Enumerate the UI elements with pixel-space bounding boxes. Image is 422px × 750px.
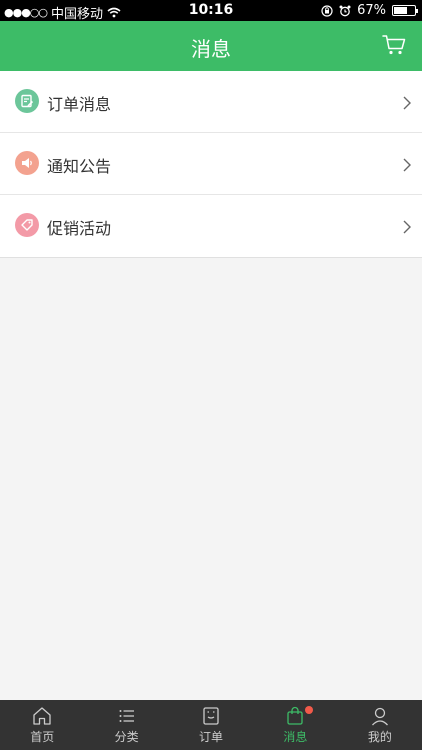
page-title: 消息 (191, 37, 231, 61)
message-bag-icon (287, 706, 304, 725)
chevron-right-icon (403, 96, 411, 110)
tab-label: 消息 (283, 730, 308, 744)
announcement-icon (15, 151, 39, 175)
battery-percent: 67% (357, 3, 386, 18)
order-icon (203, 707, 219, 725)
promotion-tag-icon (15, 213, 39, 237)
list-item-label: 通知公告 (47, 157, 112, 176)
tab-profile[interactable]: 我的 (338, 700, 422, 750)
tab-messages[interactable]: 消息 (253, 700, 337, 750)
message-category-list: 订单消息 通知公告 促销活动 (0, 71, 422, 258)
tab-label: 首页 (30, 730, 55, 744)
tab-orders[interactable]: 订单 (169, 700, 253, 750)
order-message-icon (15, 89, 39, 113)
tab-label: 我的 (367, 730, 392, 744)
list-item-announcements[interactable]: 通知公告 (0, 133, 422, 195)
battery-icon (392, 5, 418, 16)
home-icon (33, 707, 51, 725)
notification-badge (305, 706, 314, 714)
list-item-label: 订单消息 (47, 95, 112, 114)
shopping-cart-icon[interactable] (382, 34, 406, 56)
battery-level (394, 7, 408, 14)
bottom-tab-bar: 首页 分类 订单 消息 我的 (0, 700, 422, 750)
tab-label: 分类 (114, 730, 139, 744)
list-item-order-messages[interactable]: 订单消息 (0, 71, 422, 133)
chevron-right-icon (403, 220, 411, 234)
profile-icon (371, 707, 388, 726)
navigation-bar: 消息 (0, 21, 422, 71)
tab-label: 订单 (199, 730, 224, 744)
chevron-right-icon (403, 158, 411, 172)
rotation-lock-icon (321, 4, 333, 17)
list-item-label: 促销活动 (47, 219, 112, 238)
tab-home[interactable]: 首页 (0, 700, 84, 750)
tab-category[interactable]: 分类 (84, 700, 168, 750)
list-item-promotions[interactable]: 促销活动 (0, 195, 422, 257)
status-bar: ●●●○○ 中国移动 10:16 67% (0, 0, 422, 22)
category-list-icon (119, 710, 134, 722)
alarm-icon (339, 5, 351, 16)
status-right: 67% (321, 3, 418, 18)
